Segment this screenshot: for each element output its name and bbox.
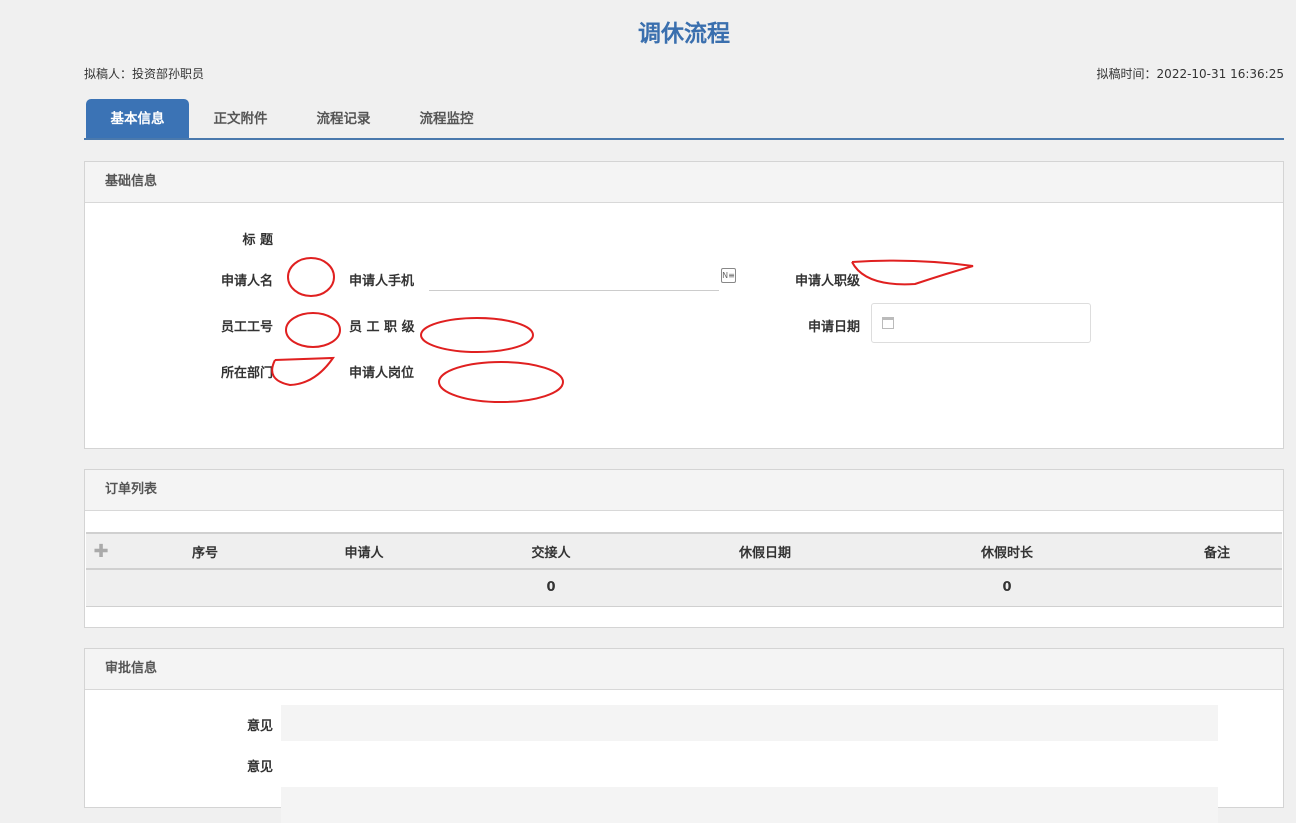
total-cell <box>668 569 862 607</box>
total-cell <box>1152 569 1282 607</box>
total-cell <box>116 569 294 607</box>
col-header: 序号 <box>116 532 294 570</box>
opinion-label: 意见 <box>246 760 273 775</box>
total-cell: 0 <box>434 569 668 607</box>
redaction-marks <box>271 257 974 403</box>
tab-attachments[interactable]: 正文附件 <box>189 99 292 138</box>
totals-row: 0 0 <box>86 569 1282 607</box>
approval-panel: 审批信息 意见 意见 <box>84 648 1284 823</box>
draft-time: 拟稿时间：2022-10-31 16:36:25 <box>1096 67 1284 81</box>
order-list-panel: 订单列表 ✚ 序号 申请人 交接人 休假日期 休假时长 备注 0 0 <box>84 469 1284 628</box>
col-header: 备注 <box>1152 532 1282 570</box>
order-table: ✚ 序号 申请人 交接人 休假日期 休假时长 备注 0 0 <box>86 532 1282 607</box>
tab-flow-record[interactable]: 流程记录 <box>292 99 395 138</box>
total-cell: 0 <box>862 569 1152 607</box>
tab-flow-monitor[interactable]: 流程监控 <box>395 99 498 138</box>
table-header-row: ✚ 序号 申请人 交接人 休假日期 休假时长 备注 <box>86 532 1282 570</box>
drafter: 拟稿人：投资部孙职员 <box>84 67 205 81</box>
tab-bar: 基本信息 正文附件 流程记录 流程监控 <box>84 99 1284 140</box>
total-cell <box>294 569 434 607</box>
col-header: 交接人 <box>434 532 668 570</box>
col-header: 休假时长 <box>862 532 1152 570</box>
panel-header: 订单列表 <box>85 470 1283 511</box>
col-header: 休假日期 <box>668 532 862 570</box>
col-header: 申请人 <box>294 532 434 570</box>
add-row-icon[interactable]: ✚ <box>86 532 116 570</box>
tab-basic-info[interactable]: 基本信息 <box>86 99 189 138</box>
basic-info-panel: 基础信息 标 题 申请人名 申请人手机 N≡ 申请人职级 员工工号 员 工 职 … <box>84 161 1284 449</box>
opinion-field[interactable] <box>281 705 1218 741</box>
panel-header: 审批信息 <box>85 649 1283 690</box>
page-title: 调休流程 <box>638 21 730 47</box>
opinion-field[interactable] <box>281 787 1218 823</box>
opinion-label: 意见 <box>246 719 273 734</box>
